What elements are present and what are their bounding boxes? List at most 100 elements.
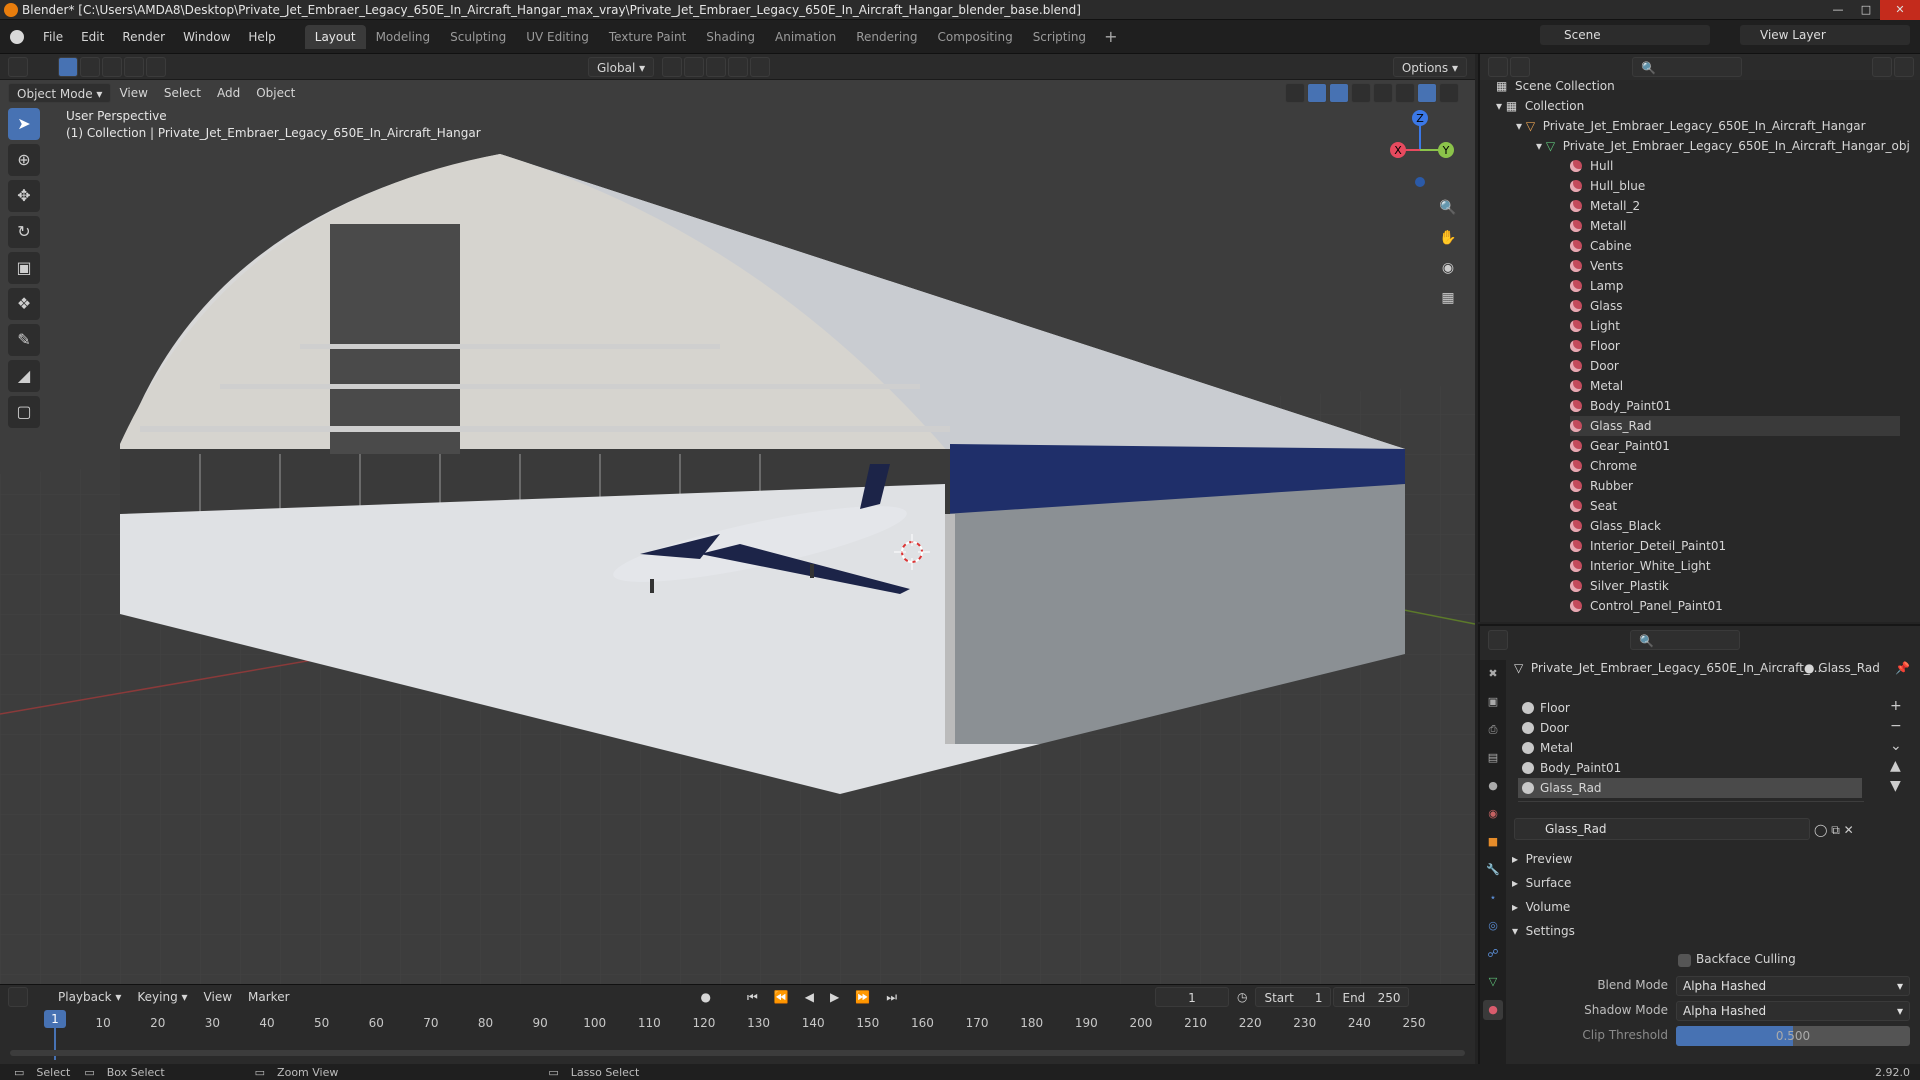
menu-add[interactable]: Add (209, 83, 248, 103)
outliner-material-item[interactable]: Metal (1570, 376, 1900, 396)
tab-texture-paint[interactable]: Texture Paint (599, 25, 696, 49)
transform-tool-icon[interactable]: ❖ (8, 288, 40, 320)
clock-icon[interactable]: ◷ (1229, 987, 1255, 1007)
maximize-icon[interactable]: □ (1852, 0, 1880, 20)
display-mode-icon[interactable] (1510, 57, 1530, 77)
move-tool-icon[interactable]: ✥ (8, 180, 40, 212)
navigation-gizmo[interactable]: Z X Y (1380, 108, 1460, 188)
select-tool-icon[interactable]: ➤ (8, 108, 40, 140)
output-tab-icon[interactable]: ⎙ (1483, 720, 1503, 740)
close-icon[interactable]: ✕ (1880, 0, 1920, 20)
play-icon[interactable]: ▶ (822, 987, 847, 1007)
blender-menu-icon[interactable] (10, 29, 24, 44)
solid-shading-icon[interactable] (1395, 83, 1415, 103)
tab-modeling[interactable]: Modeling (366, 25, 441, 49)
panel-volume[interactable]: ▸ Volume (1512, 896, 1570, 918)
physics-tab-icon[interactable]: ◎ (1483, 916, 1503, 936)
panel-settings[interactable]: ▾ Settings (1512, 920, 1575, 942)
tab-compositing[interactable]: Compositing (927, 25, 1022, 49)
properties-editor-type-icon[interactable] (1488, 630, 1508, 650)
blend-mode-dropdown[interactable]: Alpha Hashed ▾ (1676, 976, 1910, 996)
tab-shading[interactable]: Shading (696, 25, 765, 49)
current-frame-field[interactable]: 1 (1155, 987, 1229, 1007)
outliner-material-item[interactable]: Light (1570, 316, 1900, 336)
duplicate-material-icon[interactable]: ⧉ (1831, 823, 1840, 837)
wireframe-shading-icon[interactable] (1373, 83, 1393, 103)
record-icon[interactable]: ● (693, 987, 719, 1007)
properties-panel[interactable] (1478, 624, 1920, 1064)
3d-viewport[interactable] (0, 54, 1475, 984)
snap-target-icon[interactable] (706, 56, 727, 77)
material-name-field[interactable]: Glass_Rad (1514, 818, 1810, 840)
object-mode-dropdown[interactable]: Object Mode ▾ (8, 83, 112, 103)
panel-preview[interactable]: ▸ Preview (1512, 848, 1572, 870)
outliner-material-item[interactable]: Interior_White_Light (1570, 556, 1900, 576)
outliner-object[interactable]: ▾ ▽ Private_Jet_Embraer_Legacy_650E_In_A… (1516, 116, 1866, 136)
outliner-material-item[interactable]: Cabine (1570, 236, 1900, 256)
tool-tab-icon[interactable]: ✖ (1483, 664, 1503, 684)
tab-rendering[interactable]: Rendering (846, 25, 927, 49)
move-slot-down-icon[interactable]: ▼ (1890, 776, 1910, 796)
new-collection-icon[interactable] (1894, 57, 1914, 77)
outliner-material-item[interactable]: Metall (1570, 216, 1900, 236)
add-cube-tool-icon[interactable]: ▢ (8, 396, 40, 428)
tab-sculpting[interactable]: Sculpting (440, 25, 516, 49)
timeline-scrollbar[interactable] (10, 1050, 1465, 1056)
cursor-tool-icon[interactable]: ⊕ (8, 144, 40, 176)
outliner-material-item[interactable]: Metall_2 (1570, 196, 1900, 216)
measure-tool-icon[interactable]: ◢ (8, 360, 40, 392)
ortho-toggle-icon[interactable]: ▦ (1436, 286, 1460, 310)
snap-icon[interactable] (684, 56, 705, 77)
marker-menu[interactable]: Marker (240, 987, 297, 1007)
pivot-point-icon[interactable] (662, 56, 683, 77)
material-tab-icon[interactable]: ● (1483, 1000, 1503, 1020)
tab-scripting[interactable]: Scripting (1023, 25, 1096, 49)
material-shading-icon[interactable] (1417, 83, 1437, 103)
backface-culling-checkbox[interactable] (1678, 954, 1691, 967)
select-new-icon[interactable] (80, 56, 100, 77)
xray-icon[interactable] (1351, 83, 1371, 103)
pin-icon[interactable]: 📌 (1895, 658, 1910, 678)
outliner-material-item[interactable]: Body_Paint01 (1570, 396, 1900, 416)
menu-render[interactable]: Render (113, 20, 174, 54)
next-keyframe-icon[interactable]: ⏩ (847, 987, 878, 1007)
proportional-edit-icon[interactable] (728, 56, 749, 77)
outliner-material-item[interactable]: Floor (1570, 336, 1900, 356)
start-frame-field[interactable]: Start 1 (1255, 987, 1332, 1007)
select-extend-icon[interactable] (102, 56, 122, 77)
outliner-material-item[interactable]: Vents (1570, 256, 1900, 276)
shadow-mode-dropdown[interactable]: Alpha Hashed ▾ (1676, 1001, 1910, 1021)
pan-hand-icon[interactable]: ✋ (1436, 226, 1460, 250)
clip-threshold-slider[interactable]: 0.500 (1676, 1026, 1910, 1046)
outliner-material-item[interactable]: Glass (1570, 296, 1900, 316)
add-slot-icon[interactable]: + (1890, 696, 1910, 716)
rendered-shading-icon[interactable] (1439, 83, 1459, 103)
material-slot[interactable]: Door (1518, 718, 1862, 738)
move-slot-up-icon[interactable]: ▲ (1890, 756, 1910, 776)
material-slot[interactable]: Body_Paint01 (1518, 758, 1862, 778)
play-reverse-icon[interactable]: ◀ (797, 987, 822, 1007)
outliner-material-item[interactable]: Silver_Plastik (1570, 576, 1900, 596)
modifier-tab-icon[interactable]: 🔧 (1483, 860, 1503, 880)
menu-file[interactable]: File (34, 20, 72, 54)
options-dropdown[interactable]: Options ▾ (1392, 56, 1467, 77)
remove-slot-icon[interactable]: − (1890, 716, 1910, 736)
keying-menu[interactable]: Keying ▾ (129, 987, 195, 1007)
timeline-editor-type-icon[interactable] (8, 987, 28, 1007)
outliner-material-item[interactable]: Rubber (1570, 476, 1900, 496)
filter-icon[interactable] (1872, 57, 1892, 77)
outliner-material-item[interactable]: Door (1570, 356, 1900, 376)
outliner-material-item[interactable]: Chrome (1570, 456, 1900, 476)
world-tab-icon[interactable]: ◉ (1483, 804, 1503, 824)
constraints-tab-icon[interactable]: ☍ (1483, 944, 1503, 964)
playhead[interactable]: 1 (44, 1010, 66, 1028)
panel-surface[interactable]: ▸ Surface (1512, 872, 1571, 894)
outliner-material-item[interactable]: Seat (1570, 496, 1900, 516)
tab-animation[interactable]: Animation (765, 25, 846, 49)
jump-start-icon[interactable]: ⏮ (739, 987, 766, 1007)
view-layer-selector[interactable]: View Layer (1740, 25, 1910, 45)
prev-keyframe-icon[interactable]: ⏪ (766, 987, 797, 1007)
object-tab-icon[interactable]: ■ (1483, 832, 1503, 852)
minimize-icon[interactable]: — (1824, 0, 1852, 20)
tab-layout[interactable]: Layout (304, 24, 366, 49)
